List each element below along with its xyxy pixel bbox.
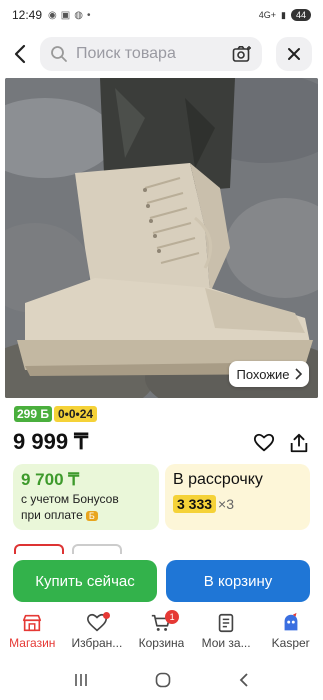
share-icon[interactable] [288,432,310,454]
image-thumbnails [14,544,122,554]
add-to-cart-button[interactable]: В корзину [166,560,310,602]
close-icon [288,48,300,60]
price-badges: 299 Б 0•0•24 [14,406,98,422]
chevron-right-icon [294,368,302,380]
product-image[interactable] [5,78,318,398]
installment-monthly: 3 333 [173,495,217,513]
notification-dot [102,612,110,619]
installment-multiplier: ×3 [218,496,235,512]
bonus-caption-2: при оплате [21,508,83,522]
chevron-left-icon [14,44,26,64]
search-header: Поиск товара [0,36,323,72]
search-placeholder: Поиск товара [76,45,176,62]
close-button[interactable] [276,37,312,71]
bonus-coin-icon: Б [85,511,98,521]
cart-count-badge: 1 [165,610,180,624]
status-bar: 12:49 ◉ ▣ ◍ • 4G+ ▮ 44 [0,0,323,30]
bonus-badge: 299 Б [14,406,52,422]
dot-icon: • [86,9,91,21]
network-indicator: 4G+ [258,10,277,20]
search-icon [51,46,67,62]
product-price: 9 999 ₸ [13,429,89,454]
messenger-icon: ▣ [60,9,71,21]
battery-indicator: 44 [290,9,311,21]
favorite-heart-icon[interactable] [253,432,275,454]
back-nav-icon[interactable] [238,672,250,688]
status-time: 12:49 [12,8,43,22]
recent-apps-icon[interactable] [73,673,89,687]
similar-label: Похожие [236,366,290,382]
thumbnail-selected[interactable] [14,544,64,554]
bonus-price: 9 700 ₸ [21,470,80,489]
installment-badge: 0•0•24 [53,406,98,422]
system-navigation-bar [0,660,323,700]
tab-shop[interactable]: Магазин [0,608,65,658]
tab-label: Мои за... [201,636,251,650]
tab-favorites[interactable]: Избран... [65,608,130,658]
kasper-assistant-icon [284,612,298,631]
bonus-caption-1: с учетом Бонусов [21,492,119,506]
boot-illustration [5,78,318,398]
shop-icon [23,614,42,632]
bonus-price-card[interactable]: 9 700 ₸ с учетом Бонусов при оплате Б [13,464,159,530]
tab-label: Kasper [271,636,310,650]
notification-icons: ◉ ▣ ◍ • [48,10,90,21]
tab-kasper[interactable]: Kasper [258,608,323,658]
thumbnail[interactable] [72,544,122,554]
installment-card[interactable]: В рассрочку 3 333 ×3 [165,464,310,530]
tab-label: Корзина [138,636,185,650]
camera-search-icon[interactable] [232,45,252,63]
tab-label: Магазин [9,636,56,650]
orders-icon [218,613,234,633]
search-input[interactable]: Поиск товара [40,37,262,71]
home-icon[interactable] [155,672,171,688]
similar-button[interactable]: Похожие [229,361,309,387]
app-icon: ◍ [74,9,83,21]
tab-orders[interactable]: Мои за... [194,608,259,658]
tab-cart[interactable]: 1 Корзина [129,608,194,658]
installment-label: В рассрочку [173,471,263,488]
signal-icon: ▮ [281,9,286,20]
tab-label: Избран... [71,636,123,650]
bottom-tab-bar: Магазин Избран... 1 Корзина Мои за... Ka… [0,608,323,658]
buy-now-button[interactable]: Купить сейчас [13,560,157,602]
whatsapp-icon: ◉ [48,9,57,21]
back-button[interactable] [0,36,40,72]
